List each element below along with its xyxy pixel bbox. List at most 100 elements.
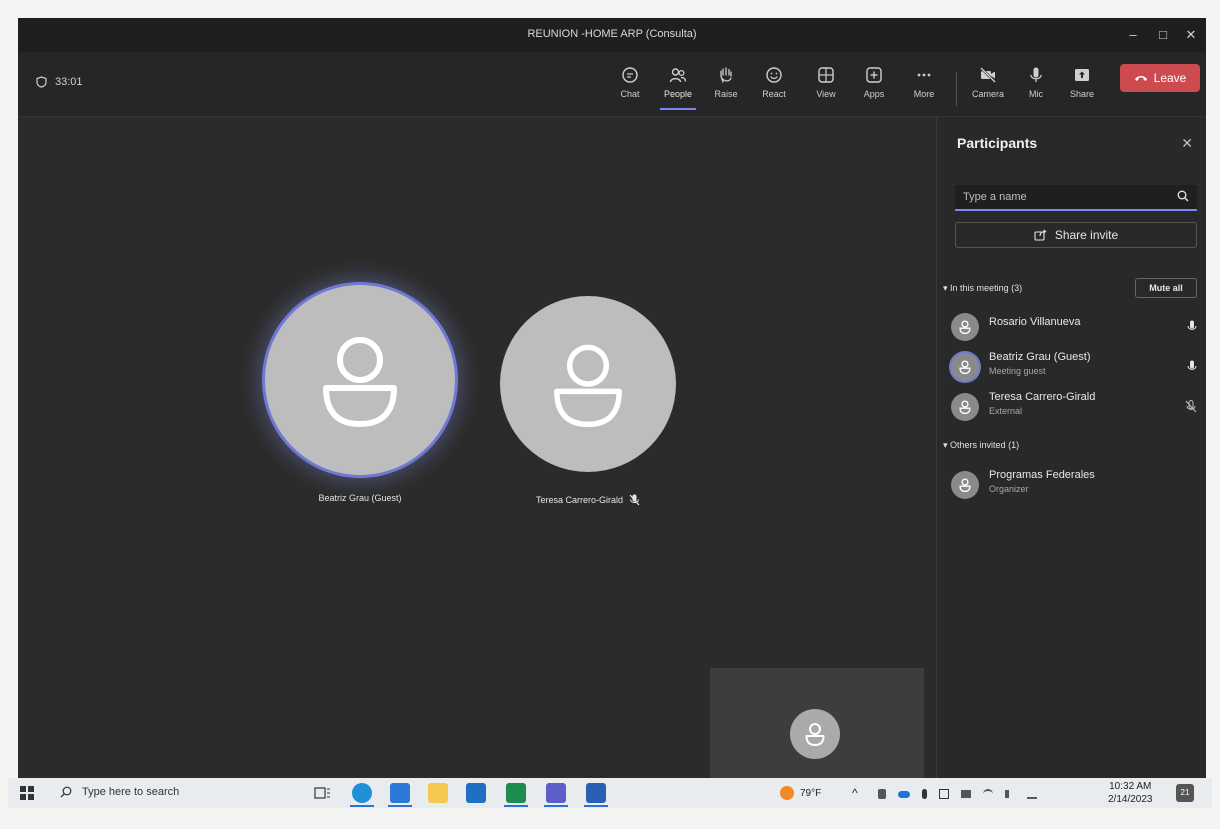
excel-icon[interactable] xyxy=(504,783,528,807)
mic-icon xyxy=(1187,320,1197,330)
apps-icon xyxy=(866,67,882,83)
participant-tile-beatriz[interactable]: Beatriz Grau (Guest) xyxy=(262,285,458,503)
others-invited-section-header[interactable]: ▾ Others invited (1) xyxy=(943,440,1019,451)
share-invite-button[interactable]: Share invite xyxy=(955,222,1197,248)
in-meeting-section-header[interactable]: ▾ In this meeting (3) xyxy=(943,283,1022,294)
weather-temp[interactable]: 79°F xyxy=(800,788,821,799)
share-invite-label: Share invite xyxy=(1054,228,1119,242)
network-icon[interactable] xyxy=(983,789,993,799)
participant-role: External xyxy=(989,406,1023,416)
volume-icon[interactable] xyxy=(1005,790,1015,798)
share-button[interactable]: Share xyxy=(1060,62,1104,110)
participant-row[interactable]: Teresa Carrero-Girald External xyxy=(951,389,1201,425)
onedrive-icon[interactable] xyxy=(898,790,910,798)
person-icon xyxy=(959,360,971,374)
share-invite-icon xyxy=(1034,229,1047,241)
close-panel-button[interactable]: ✕ xyxy=(1181,135,1193,152)
person-icon xyxy=(805,723,825,746)
apps-label: Apps xyxy=(863,89,885,99)
people-icon xyxy=(669,68,687,83)
meeting-toolbar: 33:01 Chat People Raise React View Apps xyxy=(18,52,1206,117)
person-icon xyxy=(959,400,971,414)
camera-button[interactable]: Camera xyxy=(966,62,1010,110)
react-label: React xyxy=(762,89,786,99)
chat-label: Chat xyxy=(620,89,640,99)
clock-time: 10:32 AM xyxy=(1109,781,1152,792)
chat-button[interactable]: Chat xyxy=(608,62,652,110)
title-bar: REUNION -HOME ARP (Consulta) – □ ✕ xyxy=(18,18,1206,52)
tile-name: Teresa Carrero-Girald xyxy=(500,494,676,506)
person-icon xyxy=(323,337,397,427)
people-button[interactable]: People xyxy=(656,62,700,110)
meeting-timer: 33:01 xyxy=(36,76,83,88)
camera-off-icon xyxy=(980,67,996,83)
participant-name: Beatriz Grau (Guest) xyxy=(989,351,1091,363)
notifications-button[interactable]: 21 xyxy=(1176,784,1194,802)
mic-icon[interactable] xyxy=(922,789,927,799)
react-icon xyxy=(766,67,782,83)
mic-label: Mic xyxy=(1029,89,1043,99)
others-header-text: Others invited (1) xyxy=(950,440,1020,450)
clock[interactable]: 10:32 AM 2/14/2023 xyxy=(1108,781,1153,805)
participant-row[interactable]: Rosario Villanueva xyxy=(951,309,1201,345)
participant-avatar xyxy=(951,471,979,499)
maximize-button[interactable]: □ xyxy=(1152,26,1174,44)
view-label: View xyxy=(816,89,836,99)
participant-avatar xyxy=(951,393,979,421)
react-button[interactable]: React xyxy=(752,62,796,110)
mute-all-button[interactable]: Mute all xyxy=(1135,278,1197,298)
more-button[interactable]: More xyxy=(902,62,946,110)
mic-button[interactable]: Mic xyxy=(1014,62,1058,110)
word-icon[interactable] xyxy=(584,783,608,807)
self-view-tile[interactable] xyxy=(710,668,924,778)
windows-start-icon[interactable] xyxy=(20,786,34,800)
raise-hand-button[interactable]: Raise xyxy=(704,62,748,110)
taskbar-search-text: Type here to search xyxy=(82,786,180,798)
shield-icon xyxy=(36,76,47,88)
task-view-icon[interactable] xyxy=(312,783,332,803)
search-icon xyxy=(60,786,72,798)
chevron-up-icon[interactable]: ^ xyxy=(852,786,858,800)
search-icon xyxy=(1177,190,1189,202)
caret-down-icon: ▾ xyxy=(943,283,948,293)
participant-search xyxy=(955,185,1197,211)
mic-muted-icon xyxy=(1185,400,1197,413)
participant-tile-teresa[interactable]: Teresa Carrero-Girald xyxy=(500,296,676,506)
panel-title: Participants xyxy=(957,135,1038,151)
tile-name-text: Beatriz Grau (Guest) xyxy=(318,493,402,503)
in-meeting-header-text: In this meeting (3) xyxy=(950,283,1023,293)
edge-browser-icon[interactable] xyxy=(350,783,374,807)
hang-up-icon xyxy=(1134,76,1147,81)
mic-icon xyxy=(1030,67,1042,82)
tray-icon[interactable] xyxy=(1027,789,1037,799)
chat-icon xyxy=(622,67,638,83)
outlook-icon[interactable] xyxy=(388,783,412,807)
view-button[interactable]: View xyxy=(804,62,848,110)
system-tray-icons[interactable] xyxy=(878,788,1074,800)
taskbar-search[interactable]: Type here to search xyxy=(60,786,179,798)
person-icon xyxy=(959,320,971,334)
participant-avatar xyxy=(951,353,979,381)
tray-icon[interactable] xyxy=(961,790,971,798)
search-input[interactable] xyxy=(955,185,1165,209)
close-window-button[interactable]: ✕ xyxy=(1180,26,1202,44)
invited-participant-row[interactable]: Programas Federales Organizer xyxy=(951,467,1201,503)
more-label: More xyxy=(913,89,935,99)
minimize-button[interactable]: – xyxy=(1122,26,1144,44)
view-icon xyxy=(818,67,834,83)
weather-icon[interactable] xyxy=(780,786,794,800)
file-explorer-icon[interactable] xyxy=(428,783,448,803)
raise-hand-icon xyxy=(720,67,732,83)
tray-icon[interactable] xyxy=(939,789,949,799)
apps-button[interactable]: Apps xyxy=(852,62,896,110)
teams-icon[interactable] xyxy=(544,783,568,807)
mail-icon[interactable] xyxy=(466,783,486,803)
leave-button[interactable]: Leave xyxy=(1120,64,1200,92)
more-icon xyxy=(917,73,931,77)
participant-name: Programas Federales xyxy=(989,469,1095,481)
mic-muted-icon xyxy=(629,494,640,506)
share-label: Share xyxy=(1069,89,1095,99)
participant-row[interactable]: Beatriz Grau (Guest) Meeting guest xyxy=(951,349,1201,385)
caret-down-icon: ▾ xyxy=(943,440,948,450)
tray-icon[interactable] xyxy=(878,789,886,799)
